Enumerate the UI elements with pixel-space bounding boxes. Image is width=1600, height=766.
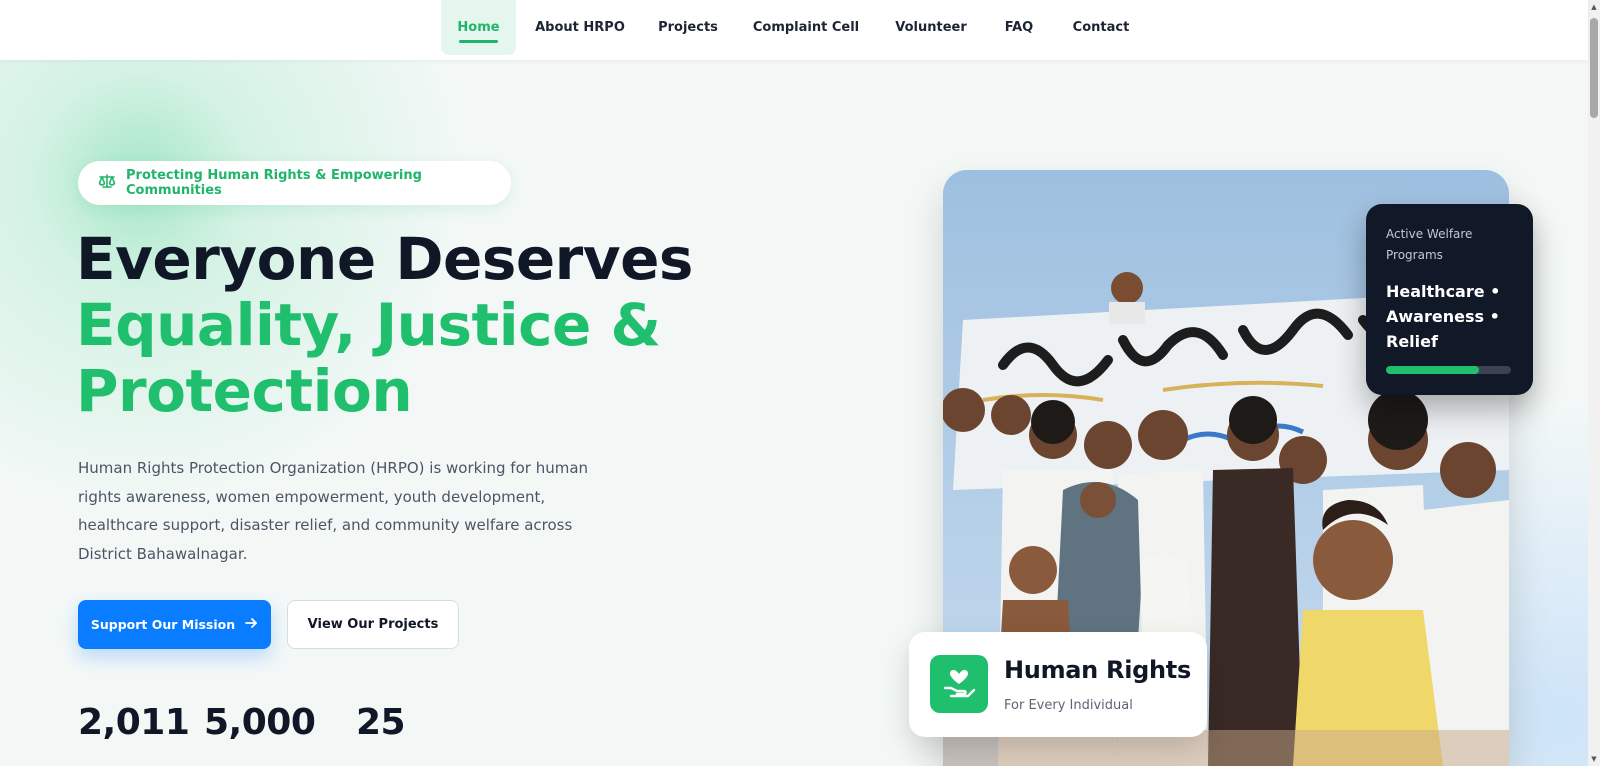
view-projects-button[interactable]: View Our Projects [287,600,459,649]
headline-line-1: Everyone Deserves [76,225,693,293]
scroll-down-arrow-icon[interactable]: ▼ [1588,752,1600,766]
hero-headline: Everyone Deserves Equality, Justice & Pr… [76,226,796,424]
scroll-up-arrow-icon[interactable]: ▲ [1588,0,1600,14]
human-rights-card: Human Rights For Every Individual [909,632,1207,737]
nav-item-volunteer[interactable]: Volunteer [891,0,971,55]
hero-badge: Protecting Human Rights & Empowering Com… [78,161,511,205]
stat-value: 25 [356,702,406,743]
welfare-progress-bar [1386,366,1511,374]
nav-item-contact[interactable]: Contact [1067,0,1135,55]
headline-line-2: Equality, Justice & [76,291,661,359]
scales-icon [98,173,116,193]
stat-value: 2,011 [78,702,190,743]
welfare-card-label: Active Welfare Programs [1386,227,1473,262]
nav-item-projects[interactable]: Projects [651,0,725,55]
hero-badge-text: Protecting Human Rights & Empowering Com… [126,168,422,198]
nav-item-faq[interactable]: FAQ [997,0,1041,55]
welfare-programs-card: Active Welfare Programs Healthcare • Awa… [1366,204,1533,395]
top-navigation: Home About HRPO Projects Complaint Cell … [0,0,1588,60]
human-rights-subtitle: For Every Individual [1004,698,1133,713]
hero-description: Human Rights Protection Organization (HR… [78,459,589,563]
support-mission-label: Support Our Mission [90,617,236,632]
headline-line-3: Protection [76,357,413,425]
nav-item-home[interactable]: Home [441,0,516,55]
nav-item-about[interactable]: About HRPO [530,0,630,55]
page-scrollbar[interactable]: ▲ ▼ [1588,0,1600,766]
heart-hand-icon [930,655,988,713]
arrow-right-icon [245,617,258,632]
welfare-card-programs: Healthcare • Awareness • Relief [1386,282,1501,351]
support-mission-button[interactable]: Support Our Mission [78,600,271,649]
stat-value: 5,000 [204,702,316,743]
scrollbar-thumb[interactable] [1590,18,1598,118]
nav-item-complaint-cell[interactable]: Complaint Cell [748,0,864,55]
view-projects-label: View Our Projects [307,617,439,632]
human-rights-title: Human Rights [1004,656,1191,684]
welfare-progress-fill [1386,366,1479,374]
